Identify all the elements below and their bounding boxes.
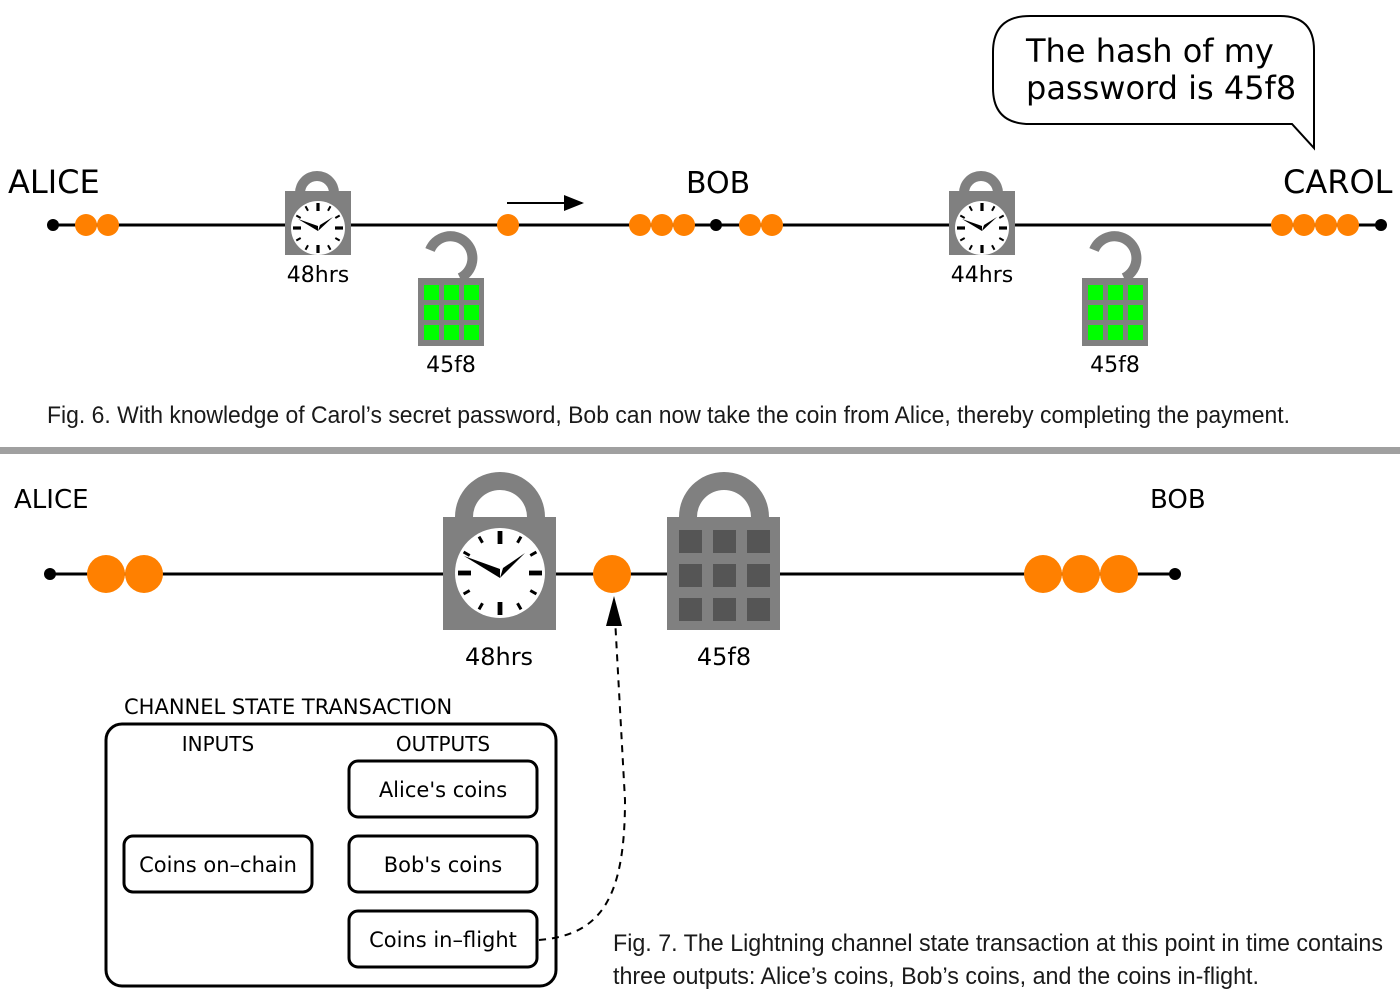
coin-alice: [97, 214, 119, 236]
figure-6: The hash of my password is 45f8 ALICE BO…: [8, 15, 1393, 429]
bob-label: BOB: [686, 166, 750, 201]
timelock-label-48hrs: 48hrs: [287, 263, 349, 288]
output-item-in-flight: Coins in–flight: [347, 909, 539, 969]
clock-icon: [455, 528, 545, 618]
keypad-key: [747, 564, 770, 587]
carol-node: [1375, 219, 1387, 231]
speech-bubble-line-2: password is 45f8: [1026, 69, 1296, 107]
coin-bob: [1024, 555, 1062, 593]
input-label: Coins on–chain: [139, 853, 297, 877]
keypad-key: [444, 305, 459, 320]
unlocked-hashlock-icon: [1082, 231, 1148, 346]
inputs-header: INPUTS: [182, 732, 254, 756]
keypad-key: [464, 325, 479, 340]
keypad-key: [444, 325, 459, 340]
keypad-key: [464, 285, 479, 300]
coin-in-flight: [497, 214, 519, 236]
keypad-icon: [1088, 285, 1143, 340]
keypad-key: [713, 530, 736, 553]
keypad-key: [424, 305, 439, 320]
keypad-icon: [424, 285, 479, 340]
lightning-diagram: The hash of my password is 45f8 ALICE BO…: [0, 15, 1400, 990]
output-item-alice: Alice's coins: [347, 759, 539, 819]
keypad-key: [1128, 305, 1143, 320]
keypad-key: [1088, 285, 1103, 300]
keypad-key: [444, 285, 459, 300]
output-label: Bob's coins: [384, 853, 502, 877]
coin-bob: [1100, 555, 1138, 593]
speech-bubble: The hash of my password is 45f8: [992, 15, 1315, 151]
timelock-label: 48hrs: [465, 643, 533, 671]
keypad-key: [747, 530, 770, 553]
coin-alice: [87, 555, 125, 593]
keypad-key: [1108, 305, 1123, 320]
outputs-header: OUTPUTS: [396, 732, 490, 756]
alice-label: ALICE: [8, 163, 100, 201]
coin-alice: [125, 555, 163, 593]
alice-label: ALICE: [14, 485, 89, 515]
coin-alice: [75, 214, 97, 236]
keypad-key: [424, 325, 439, 340]
pointer-arrowhead-icon: [606, 596, 622, 626]
in-flight-pointer: [538, 599, 627, 941]
coin-bob: [651, 214, 673, 236]
figure-separator: [0, 447, 1400, 454]
keypad-key: [679, 598, 702, 621]
hashlock-label: 45f8: [426, 353, 476, 378]
keypad-key: [1128, 285, 1143, 300]
coin-bob: [739, 214, 761, 236]
bob-label: BOB: [1150, 485, 1206, 515]
hashlock-label: 45f8: [1090, 353, 1140, 378]
keypad-key: [424, 285, 439, 300]
coin-carol: [1337, 214, 1359, 236]
output-item-bob: Bob's coins: [347, 834, 539, 894]
carol-label: CAROL: [1283, 163, 1393, 201]
timelock-icon: [285, 171, 351, 255]
bob-node: [1169, 568, 1181, 580]
unlocked-hashlock-icon: [418, 231, 484, 346]
keypad-key: [679, 564, 702, 587]
coin-carol: [1315, 214, 1337, 236]
coin-bob: [1062, 555, 1100, 593]
speech-bubble-line-1: The hash of my: [1025, 32, 1274, 70]
keypad-key: [713, 598, 736, 621]
clock-icon: [955, 201, 1009, 255]
coin-bob: [673, 214, 695, 236]
output-label: Coins in–flight: [369, 928, 517, 952]
coin-in-flight: [593, 555, 631, 593]
alice-node: [44, 568, 56, 580]
timelock-label-44hrs: 44hrs: [951, 263, 1013, 288]
output-label: Alice's coins: [379, 778, 507, 802]
input-item: Coins on–chain: [122, 834, 314, 894]
bob-node: [710, 219, 722, 231]
keypad-key: [1088, 325, 1103, 340]
fig7-caption-line-1: Fig. 7. The Lightning channel state tran…: [613, 930, 1383, 957]
coin-carol: [1271, 214, 1293, 236]
transaction-title: CHANNEL STATE TRANSACTION: [124, 695, 452, 719]
keypad-key: [679, 530, 702, 553]
coin-bob: [629, 214, 651, 236]
timelock-icon: [949, 171, 1015, 255]
keypad-key: [1108, 325, 1123, 340]
keypad-key: [1128, 325, 1143, 340]
keypad-key: [713, 564, 736, 587]
hashlock-label: 45f8: [697, 643, 751, 671]
coin-bob: [761, 214, 783, 236]
coin-carol: [1293, 214, 1315, 236]
timelock-icon: [443, 472, 556, 630]
fig6-caption: Fig. 6. With knowledge of Carol’s secret…: [47, 402, 1290, 429]
locked-hashlock-icon: [667, 472, 780, 630]
keypad-key: [747, 598, 770, 621]
keypad-icon: [679, 530, 770, 621]
clock-icon: [291, 201, 345, 255]
keypad-key: [464, 305, 479, 320]
figure-7: ALICE BOB 48hrs 45f8 CHANNEL STATE TRANS…: [14, 472, 1383, 990]
keypad-key: [1088, 305, 1103, 320]
keypad-key: [1108, 285, 1123, 300]
fig7-caption-line-2: three outputs: Alice’s coins, Bob’s coin…: [613, 963, 1259, 990]
alice-node: [47, 219, 59, 231]
